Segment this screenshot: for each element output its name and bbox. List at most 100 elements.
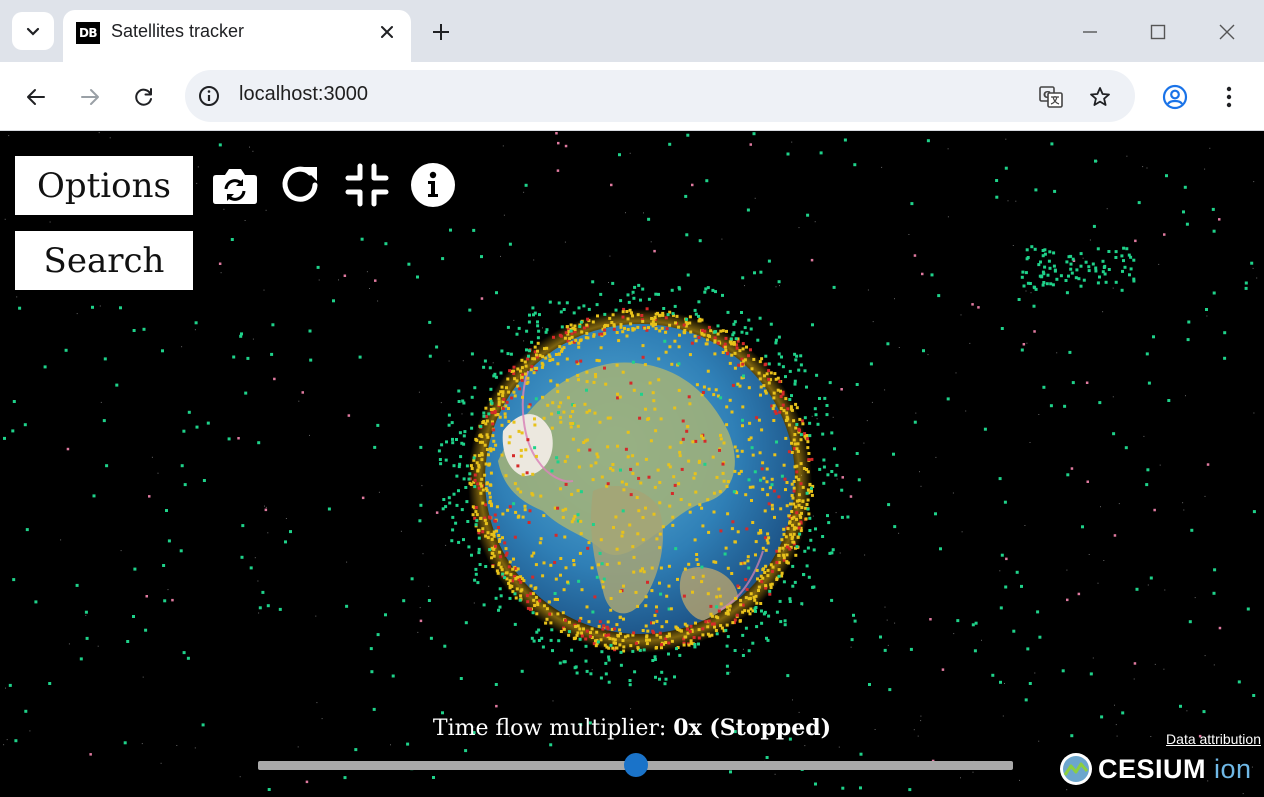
satellite-dot[interactable] <box>971 623 975 627</box>
satellite-dot[interactable] <box>536 320 539 324</box>
satellite-dot[interactable] <box>12 400 16 403</box>
satellite-dot[interactable] <box>332 299 335 303</box>
satellite-dot[interactable] <box>1145 483 1149 487</box>
satellite-dot[interactable] <box>84 610 88 614</box>
satellite-dot[interactable] <box>1049 404 1053 408</box>
satellite-dot[interactable] <box>810 258 814 262</box>
satellite-dot[interactable] <box>559 401 563 405</box>
satellite-dot[interactable] <box>662 307 666 310</box>
satellite-dot[interactable] <box>726 566 730 570</box>
satellite-dot[interactable] <box>808 434 812 438</box>
satellite-dot[interactable] <box>1133 662 1137 665</box>
satellite-dot[interactable] <box>525 471 529 475</box>
satellite-dot[interactable] <box>677 362 681 366</box>
satellite-dot[interactable] <box>792 515 796 519</box>
satellite-dot[interactable] <box>1064 279 1068 282</box>
satellite-dot[interactable] <box>550 426 554 430</box>
satellite-dot[interactable] <box>755 416 759 420</box>
satellite-dot[interactable] <box>561 515 565 519</box>
satellite-dot[interactable] <box>508 596 512 600</box>
satellite-dot[interactable] <box>1041 283 1045 287</box>
satellite-dot[interactable] <box>490 537 494 541</box>
satellite-dot[interactable] <box>676 577 679 581</box>
satellite-dot[interactable] <box>764 548 768 552</box>
satellite-dot[interactable] <box>549 563 553 567</box>
satellite-dot[interactable] <box>528 509 532 513</box>
satellite-dot[interactable] <box>457 389 461 393</box>
satellite-dot[interactable] <box>660 670 664 674</box>
satellite-dot[interactable] <box>818 397 821 400</box>
satellite-dot[interactable] <box>655 537 659 541</box>
satellite-dot[interactable] <box>688 402 692 406</box>
satellite-dot[interactable] <box>615 547 619 551</box>
satellite-dot[interactable] <box>484 422 488 426</box>
satellite-dot[interactable] <box>529 368 533 372</box>
satellite-dot[interactable] <box>497 397 501 401</box>
satellite-dot[interactable] <box>582 304 586 308</box>
satellite-dot[interactable] <box>489 408 493 411</box>
satellite-dot[interactable] <box>606 324 610 328</box>
satellite-dot[interactable] <box>799 438 803 442</box>
satellite-dot[interactable] <box>807 458 811 462</box>
satellite-dot[interactable] <box>730 410 734 414</box>
satellite-dot[interactable] <box>494 544 497 548</box>
satellite-dot[interactable] <box>133 567 137 571</box>
satellite-dot[interactable] <box>542 604 546 608</box>
satellite-dot[interactable] <box>452 464 456 468</box>
satellite-dot[interactable] <box>457 489 460 493</box>
satellite-dot[interactable] <box>783 623 787 627</box>
satellite-dot[interactable] <box>777 280 781 284</box>
satellite-dot[interactable] <box>995 195 999 199</box>
satellite-dot[interactable] <box>512 365 516 369</box>
satellite-dot[interactable] <box>755 601 759 605</box>
satellite-dot[interactable] <box>479 491 483 495</box>
satellite-dot[interactable] <box>1121 711 1125 715</box>
satellite-dot[interactable] <box>497 534 501 537</box>
satellite-dot[interactable] <box>370 670 374 674</box>
satellite-dot[interactable] <box>1098 401 1102 405</box>
satellite-dot[interactable] <box>519 580 523 584</box>
satellite-dot[interactable] <box>499 555 503 559</box>
satellite-dot[interactable] <box>671 515 675 519</box>
satellite-dot[interactable] <box>616 392 619 396</box>
satellite-dot[interactable] <box>672 475 676 479</box>
satellite-dot[interactable] <box>619 299 623 303</box>
satellite-dot[interactable] <box>481 527 485 531</box>
satellite-dot[interactable] <box>607 633 611 637</box>
satellite-dot[interactable] <box>757 585 761 589</box>
satellite-dot[interactable] <box>604 672 608 676</box>
satellite-dot[interactable] <box>666 313 670 317</box>
satellite-dot[interactable] <box>760 357 764 361</box>
satellite-dot[interactable] <box>795 406 799 410</box>
satellite-dot[interactable] <box>1047 259 1051 263</box>
satellite-dot[interactable] <box>748 597 752 600</box>
satellite-dot[interactable] <box>1113 534 1117 537</box>
satellite-dot[interactable] <box>556 390 560 394</box>
satellite-dot[interactable] <box>467 545 471 549</box>
satellite-dot[interactable] <box>354 748 358 752</box>
satellite-dot[interactable] <box>707 619 711 623</box>
satellite-dot[interactable] <box>758 451 762 455</box>
satellite-dot[interactable] <box>731 383 735 387</box>
satellite-dot[interactable] <box>687 459 691 463</box>
satellite-dot[interactable] <box>230 238 234 241</box>
satellite-dot[interactable] <box>741 347 745 351</box>
satellite-dot[interactable] <box>621 639 625 642</box>
satellite-dot[interactable] <box>660 646 663 650</box>
satellite-dot[interactable] <box>664 316 668 320</box>
satellite-dot[interactable] <box>769 322 773 326</box>
satellite-dot[interactable] <box>709 604 713 608</box>
satellite-dot[interactable] <box>577 306 581 310</box>
satellite-dot[interactable] <box>484 565 488 568</box>
satellite-dot[interactable] <box>587 620 591 624</box>
satellite-dot[interactable] <box>645 307 649 311</box>
satellite-dot[interactable] <box>629 644 633 648</box>
satellite-dot[interactable] <box>508 369 512 373</box>
satellite-dot[interactable] <box>491 434 495 438</box>
satellite-dot[interactable] <box>512 557 515 561</box>
satellite-dot[interactable] <box>570 520 574 524</box>
satellite-dot[interactable] <box>604 634 608 638</box>
satellite-dot[interactable] <box>685 233 689 237</box>
satellite-dot[interactable] <box>857 478 861 482</box>
satellite-dot[interactable] <box>571 437 575 441</box>
